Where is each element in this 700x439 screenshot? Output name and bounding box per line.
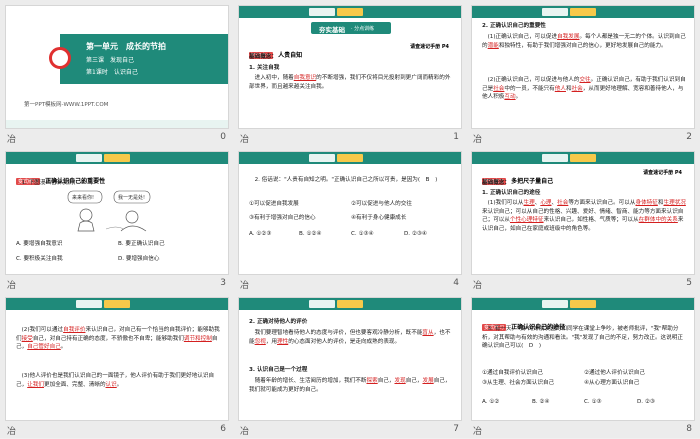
slide-footer: 冶5 [473,278,692,291]
slide-thumb-5[interactable]: 知识点二 多把尺子量自己 请查速记手册 P4 基础概念： 1. 正确认识自己的途… [468,148,698,293]
slide-footer: 冶3 [7,278,226,291]
slide-6: (2)我们可以通过自我评价来认识自己，对自己有一个恰当的自我评价；能够助我们接受… [5,297,229,421]
slide-3: 变式练习 正确认识自己的重要性 1. 下图漫画告诉我们( B ) 来来看你! 我… [5,151,229,275]
slide-footer: 冶8 [473,424,692,437]
slide-number: 0 [220,132,226,142]
speech-bubble-1: 来来看你! [72,194,94,201]
slide-grid: 第一单元 成长的节拍 第三课 发现自己 第1课时 认识自己 第一PPT模板网-W… [0,0,700,438]
slide-footer: 冶6 [7,424,226,437]
slide-footer: 冶0 [7,132,226,145]
slide-thumb-8[interactable]: 变式练习 正确认识自己的途径 3. 有一天，"我"的好朋友因为和同学在课堂上争吵… [468,294,698,439]
slide-footer: 冶2 [473,132,692,145]
cartoon-illustration: 来来看你! 我一无是处! [67,190,151,232]
slide-thumb-7[interactable]: 2. 正确对待他人的评价 我们要理智地看待他人的态度与评价，但也要客观冷静分析，… [235,294,465,439]
website-label: 第一PPT模板网-WWW.1PPT.COM [24,102,109,108]
slide-8: 变式练习 正确认识自己的途径 3. 有一天，"我"的好朋友因为和同学在课堂上争吵… [471,297,695,421]
logo-circle [49,47,71,69]
slide-thumb-1[interactable]: 夯实基础 · 分点训练 知识点一 人贵自知 请查速记手册 P4 基础概念： 1.… [235,2,465,147]
lesson-title: 第三课 发现自己 [86,57,135,64]
slide-thumb-0[interactable]: 第一单元 成长的节拍 第三课 发现自己 第1课时 认识自己 第一PPT模板网-W… [2,2,232,147]
slide-thumb-3[interactable]: 变式练习 正确认识自己的重要性 1. 下图漫画告诉我们( B ) 来来看你! 我… [2,148,232,293]
slide-thumb-6[interactable]: (2)我们可以通过自我评价来认识自己，对自己有一个恰当的自我评价；能够助我们接受… [2,294,232,439]
slide-thumb-2[interactable]: 2. 正确认识自己的重要性 (1)正确认识自己，可以促进自我发展。每个人都是独一… [468,2,698,147]
banner-title: 夯实基础 [319,26,345,34]
speech-bubble-2: 我一无是处! [118,194,145,201]
period-title: 第1课时 认识自己 [86,69,138,76]
slide-0: 第一单元 成长的节拍 第三课 发现自己 第1课时 认识自己 第一PPT模板网-W… [5,5,229,129]
slide-7: 2. 正确对待他人的评价 我们要理智地看待他人的态度与评价，但也要客观冷静分析，… [238,297,462,421]
slide-2: 2. 正确认识自己的重要性 (1)正确认识自己，可以促进自我发展。每个人都是独一… [471,5,695,129]
slide-footer: 冶4 [240,278,459,291]
unit-title: 第一单元 成长的节拍 [86,42,166,51]
slide-footer: 冶7 [240,424,459,437]
slide-4: 2. 俗话说："人贵有自知之明。"正确认识自己之所以可贵，是因为( B ) ①可… [238,151,462,275]
slide-1: 夯实基础 · 分点训练 知识点一 人贵自知 请查速记手册 P4 基础概念： 1.… [238,5,462,129]
slide-5: 知识点二 多把尺子量自己 请查速记手册 P4 基础概念： 1. 正确认识自己的途… [471,151,695,275]
slide-thumb-4[interactable]: 2. 俗话说："人贵有自知之明。"正确认识自己之所以可贵，是因为( B ) ①可… [235,148,465,293]
slide-footer: 冶1 [240,132,459,145]
